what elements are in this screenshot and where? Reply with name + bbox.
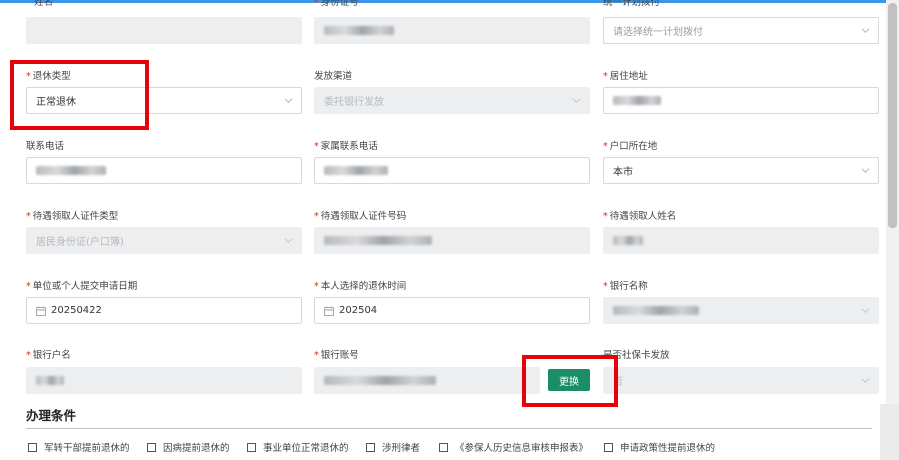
receiver-id-type-select[interactable]: 居民身份证(户口簿) [26, 227, 302, 254]
id-number-label: * 身份证号 [314, 0, 359, 8]
unified-plan-select[interactable]: 请选择统一计划拨付 [603, 17, 879, 44]
checkbox-icon [366, 442, 375, 452]
phone-label: 联系电话 [26, 141, 65, 152]
address-input[interactable] [603, 87, 879, 114]
channel-value: 委托银行发放 [324, 97, 384, 108]
channel-label: 发放渠道 [314, 71, 353, 82]
unified-plan-label: 统一计划拨付 [603, 0, 661, 8]
id-number-input[interactable] [314, 17, 590, 44]
inner-scrollbar[interactable] [880, 404, 899, 460]
condition-checkbox[interactable]: 因病提前退休的 [147, 440, 230, 454]
highlight-box-swap-button [522, 355, 618, 407]
account-number-label: * 银行账号 [314, 350, 359, 361]
address-label: * 居住地址 [603, 71, 648, 82]
chevron-down-icon [861, 378, 870, 384]
chevron-down-icon [284, 238, 293, 244]
name-label: 姓名 [34, 0, 54, 8]
condition-checkbox[interactable]: 《参保人历史信息审核申报表》 [439, 440, 588, 454]
chevron-down-icon [861, 28, 870, 34]
receiver-name-input[interactable] [603, 227, 879, 254]
account-name-label: * 银行户名 [26, 350, 71, 361]
retire-time-label: * 本人选择的退休时间 [314, 281, 407, 292]
highlight-box-retire-type [10, 60, 149, 130]
account-number-input[interactable] [314, 367, 540, 394]
checkbox-icon [247, 442, 256, 452]
hukou-select[interactable]: 本市 [603, 157, 879, 184]
hukou-label: * 户口所在地 [603, 141, 658, 152]
calendar-icon [324, 306, 334, 316]
checkbox-icon [28, 442, 37, 452]
checkbox-icon [604, 442, 613, 452]
hukou-value: 本市 [613, 167, 633, 178]
channel-select[interactable]: 委托银行发放 [314, 87, 590, 114]
section-title: 办理条件 [26, 408, 77, 423]
checkbox-icon [439, 442, 448, 452]
unified-plan-placeholder: 请选择统一计划拨付 [613, 27, 703, 38]
condition-checkbox[interactable]: 事业单位正常退休的 [247, 440, 349, 454]
condition-checkbox[interactable]: 涉刑律者 [366, 440, 420, 454]
social-card-select[interactable]: 否 [603, 367, 879, 394]
retire-time-picker[interactable]: 202504 [314, 297, 590, 324]
condition-checkbox[interactable]: 军转干部提前退休的 [28, 440, 130, 454]
chevron-down-icon [284, 98, 293, 104]
family-phone-input[interactable] [314, 157, 590, 184]
receiver-id-type-label: * 待遇领取人证件类型 [26, 211, 119, 222]
receiver-name-label: * 待遇领取人姓名 [603, 211, 677, 222]
chevron-down-icon [861, 308, 870, 314]
chevron-down-icon [861, 168, 870, 174]
apply-date-picker[interactable]: 20250422 [26, 297, 302, 324]
phone-input[interactable] [26, 157, 302, 184]
condition-checkbox[interactable]: 申请政策性提前退休的 [604, 440, 715, 454]
account-name-input[interactable] [26, 367, 302, 394]
retire-time-value: 202504 [339, 305, 378, 316]
bank-name-label: * 银行名称 [603, 281, 648, 292]
chevron-down-icon [572, 98, 581, 104]
family-phone-label: * 家属联系电话 [314, 141, 378, 152]
calendar-icon [36, 306, 46, 316]
checkbox-icon [147, 442, 156, 452]
bank-name-select[interactable] [603, 297, 879, 324]
apply-date-label: * 单位或个人提交申请日期 [26, 281, 138, 292]
receiver-id-type-value: 居民身份证(户口簿) [36, 237, 124, 248]
receiver-id-number-input[interactable] [314, 227, 590, 254]
top-accent-bar [0, 0, 899, 3]
name-input[interactable] [26, 17, 302, 44]
section-divider [26, 428, 872, 429]
scrollbar-thumb[interactable] [888, 3, 897, 228]
receiver-id-number-label: * 待遇领取人证件号码 [314, 211, 407, 222]
apply-date-value: 20250422 [51, 305, 102, 316]
